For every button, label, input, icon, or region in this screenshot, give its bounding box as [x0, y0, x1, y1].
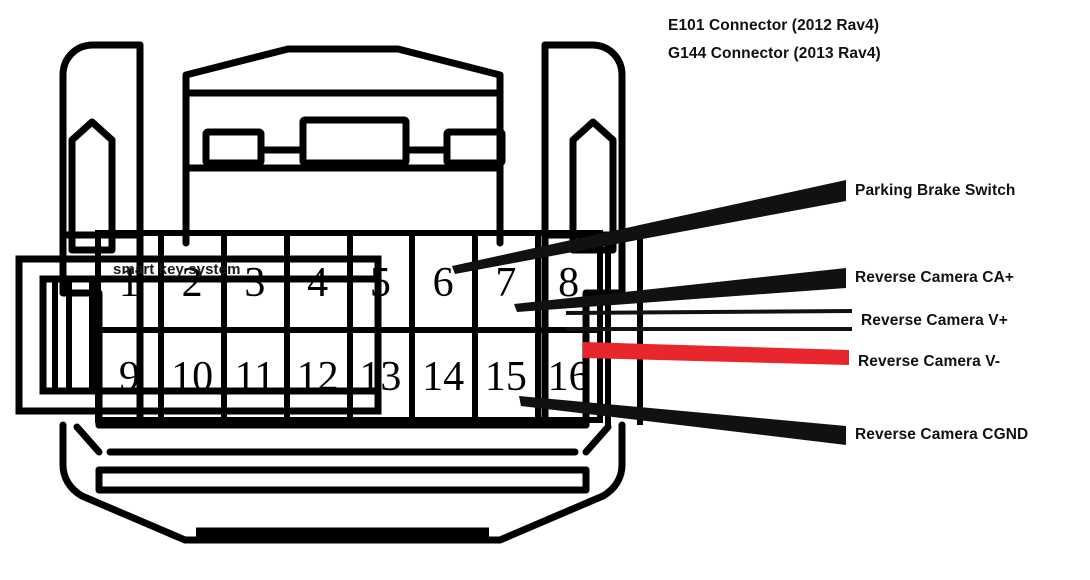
- skirt-shoulder-left: [73, 423, 103, 456]
- lock-tab-left: [202, 128, 265, 167]
- pointer-vplus-upper-rule: [565, 309, 853, 315]
- pin-number-13: 13: [359, 354, 402, 400]
- pointer-reverse-camera-vminus: [583, 342, 849, 365]
- skirt-shoulder-right: [582, 423, 612, 456]
- connector-diagram: [15, 41, 853, 544]
- title-line-2: G144 Connector (2013 Rav4): [668, 45, 881, 62]
- pin-number-10: 10: [171, 354, 214, 400]
- callout-label-reverse-camera-vminus: Reverse Camera V-: [858, 353, 1001, 370]
- callout-label-reverse-camera-vplus: Reverse Camera V+: [861, 312, 1008, 329]
- pin-number-9: 9: [118, 354, 140, 400]
- pin-number-5: 5: [369, 260, 391, 306]
- pin-number-12: 12: [296, 354, 339, 400]
- lock-tab-right: [443, 128, 506, 167]
- pin-number-6: 6: [432, 260, 454, 306]
- smart-key-system-label: smart key system: [113, 261, 241, 278]
- pin-number-8: 8: [558, 260, 580, 306]
- pin-number-15: 15: [484, 354, 527, 400]
- pin-number-3: 3: [244, 260, 266, 306]
- callout-label-parking-brake-switch: Parking Brake Switch: [855, 182, 1016, 199]
- pin-number-14: 14: [422, 354, 465, 400]
- pin-number-7: 7: [495, 260, 517, 306]
- diagram-canvas: E101 Connector (2012 Rav4) G144 Connecto…: [0, 0, 1090, 580]
- connector-skirt-outer: [59, 421, 626, 544]
- pin-number-4: 4: [307, 260, 329, 306]
- pin-number-16: 16: [547, 354, 590, 400]
- title-line-1: E101 Connector (2012 Rav4): [668, 17, 880, 34]
- callout-label-reverse-camera-ca: Reverse Camera CA+: [855, 269, 1015, 286]
- pin-number-11: 11: [234, 354, 276, 400]
- lock-tab-center: [299, 116, 410, 167]
- callout-label-reverse-camera-cgnd: Reverse Camera CGND: [855, 426, 1029, 443]
- lock-bar-roof: [182, 45, 504, 97]
